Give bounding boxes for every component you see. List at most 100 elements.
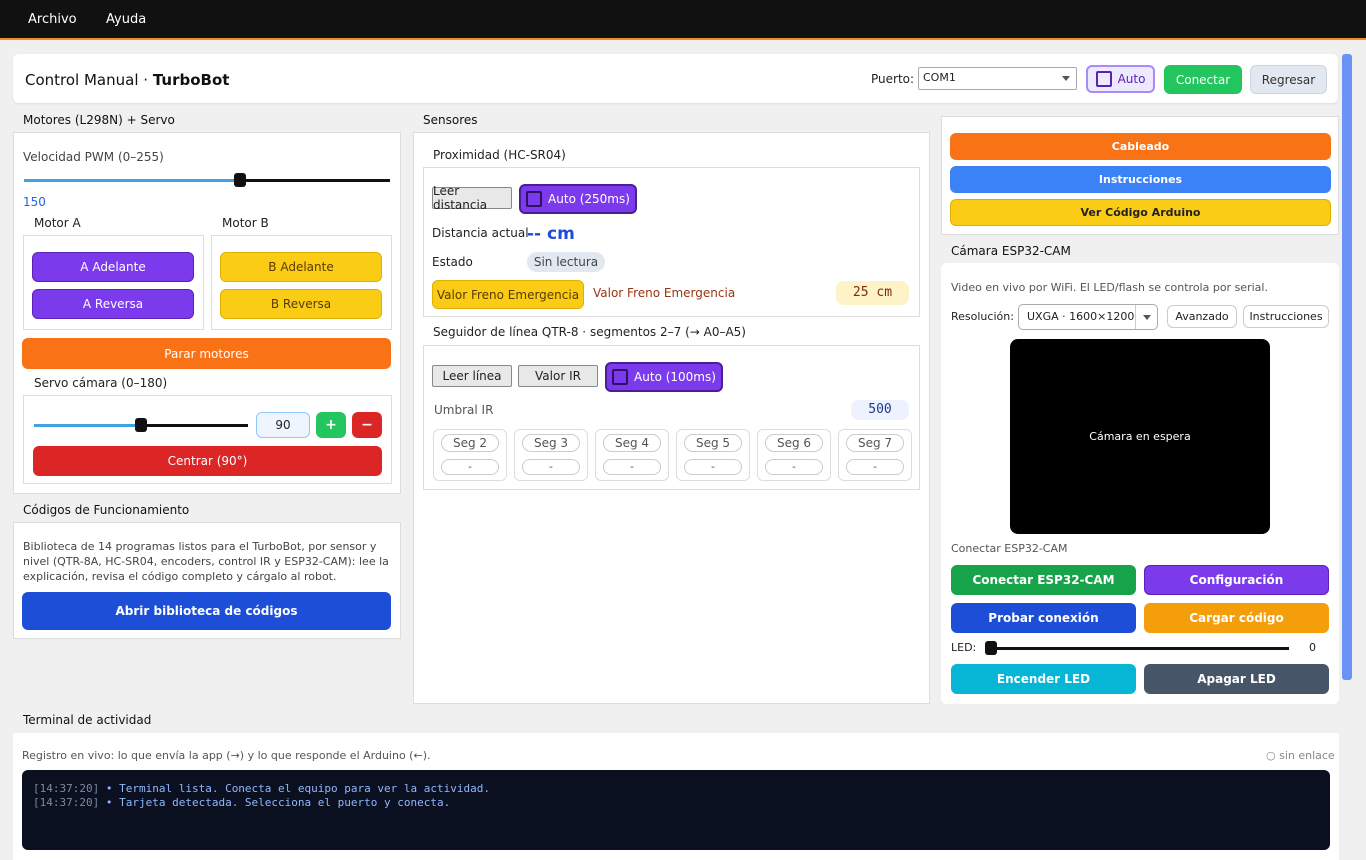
- terminal-title: Terminal de actividad: [23, 713, 152, 727]
- codes-title: Códigos de Funcionamiento: [23, 503, 190, 517]
- auto-distance-toggle[interactable]: Auto (250ms): [519, 184, 637, 214]
- pwm-slider-handle[interactable]: [233, 173, 246, 187]
- camera-title: Cámara ESP32-CAM: [951, 244, 1071, 258]
- ir-value-button[interactable]: Valor IR: [518, 365, 598, 387]
- segment-name: Seg 2: [441, 434, 499, 452]
- motor-b-label: Motor B: [222, 216, 269, 230]
- segment-card: Seg 5 -: [676, 429, 750, 481]
- menu-bar: Archivo Ayuda: [0, 0, 1366, 40]
- led-label: LED:: [951, 641, 977, 654]
- a-reverse-button[interactable]: A Reversa: [32, 289, 194, 319]
- segment-name: Seg 7: [846, 434, 904, 452]
- wiring-button[interactable]: Cableado: [950, 133, 1331, 160]
- sensors-panel: Proximidad (HC-SR04) Leer distancia Auto…: [413, 132, 930, 704]
- brake-value-button[interactable]: Valor Freno Emergencia: [432, 280, 584, 309]
- link-status: ○ sin enlace: [1266, 749, 1335, 762]
- checkbox-icon: [612, 369, 629, 385]
- codes-description: Biblioteca de 14 programas listos para e…: [23, 540, 389, 583]
- camera-standby-text: Cámara en espera: [1089, 430, 1191, 443]
- auto-port-toggle[interactable]: Auto: [1086, 65, 1155, 93]
- servo-minus-button[interactable]: −: [352, 412, 382, 438]
- segment-name: Seg 6: [765, 434, 823, 452]
- sensors-title: Sensores: [423, 113, 478, 127]
- servo-slider-handle[interactable]: [135, 418, 147, 432]
- read-line-button[interactable]: Leer línea: [432, 365, 512, 387]
- read-distance-button[interactable]: Leer distancia: [432, 184, 512, 212]
- b-forward-button[interactable]: B Adelante: [220, 252, 382, 282]
- back-button[interactable]: Regresar: [1250, 65, 1327, 94]
- led-on-button[interactable]: Encender LED: [951, 664, 1136, 694]
- arduino-code-button[interactable]: Ver Código Arduino: [950, 199, 1331, 226]
- servo-plus-button[interactable]: +: [316, 412, 346, 438]
- stop-motors-button[interactable]: Parar motores: [22, 338, 391, 369]
- segment-value: -: [603, 459, 661, 475]
- segment-card: Seg 6 -: [757, 429, 831, 481]
- terminal-line: [14:37:20] • Terminal lista. Conecta el …: [33, 782, 490, 795]
- line-follower-box: Leer línea Valor IR Auto (100ms) Umbral …: [423, 345, 920, 490]
- chevron-down-icon: [1143, 315, 1151, 320]
- pwm-label: Velocidad PWM (0–255): [23, 150, 164, 164]
- segment-card: Seg 2 -: [433, 429, 507, 481]
- state-label: Estado: [432, 255, 473, 269]
- checkbox-icon: [1095, 71, 1112, 87]
- config-button[interactable]: Configuración: [1144, 565, 1329, 595]
- servo-slider[interactable]: [34, 418, 248, 432]
- threshold-label: Umbral IR: [434, 403, 494, 417]
- motor-a-label: Motor A: [34, 216, 81, 230]
- threshold-value[interactable]: 500: [851, 400, 909, 420]
- port-select[interactable]: COM1: [918, 67, 1077, 90]
- proximity-box: Leer distancia Auto (250ms) Distancia ac…: [423, 167, 920, 317]
- led-off-button[interactable]: Apagar LED: [1144, 664, 1329, 694]
- center-servo-button[interactable]: Centrar (90°): [33, 446, 382, 476]
- chevron-down-icon: [1062, 76, 1070, 81]
- menu-archivo[interactable]: Archivo: [28, 12, 77, 27]
- menu-ayuda[interactable]: Ayuda: [106, 12, 146, 27]
- segment-name: Seg 3: [522, 434, 580, 452]
- segment-name: Seg 4: [603, 434, 661, 452]
- motors-title: Motores (L298N) + Servo: [23, 113, 175, 127]
- open-library-button[interactable]: Abrir biblioteca de códigos: [22, 592, 391, 630]
- advanced-button[interactable]: Avanzado: [1167, 305, 1237, 328]
- connect-cam-label: Conectar ESP32-CAM: [951, 542, 1068, 555]
- terminal-output[interactable]: [14:37:20] • Terminal lista. Conecta el …: [22, 770, 1330, 850]
- led-slider-handle[interactable]: [985, 641, 997, 655]
- auto-line-toggle[interactable]: Auto (100ms): [605, 362, 723, 392]
- load-code-button[interactable]: Cargar código: [1144, 603, 1329, 633]
- segment-value: -: [522, 459, 580, 475]
- proximity-title: Proximidad (HC-SR04): [433, 148, 566, 162]
- line-follower-title: Seguidor de línea QTR-8 · segmentos 2–7 …: [433, 325, 746, 339]
- servo-box: 90 + − Centrar (90°): [23, 395, 392, 484]
- segment-value: -: [846, 459, 904, 475]
- servo-label: Servo cámara (0–180): [34, 376, 168, 390]
- test-connection-button[interactable]: Probar conexión: [951, 603, 1136, 633]
- status-badge: Sin lectura: [527, 252, 605, 272]
- pwm-value: 150: [23, 195, 46, 209]
- connect-button[interactable]: Conectar: [1164, 65, 1242, 94]
- terminal-line: [14:37:20] • Tarjeta detectada. Seleccio…: [33, 796, 451, 809]
- segment-name: Seg 5: [684, 434, 742, 452]
- codes-panel: Biblioteca de 14 programas listos para e…: [13, 522, 401, 639]
- camera-panel: Video en vivo por WiFi. El LED/flash se …: [941, 263, 1339, 704]
- resolution-select[interactable]: UXGA · 1600×1200: [1018, 304, 1158, 330]
- b-reverse-button[interactable]: B Reversa: [220, 289, 382, 319]
- instructions-button[interactable]: Instrucciones: [950, 166, 1331, 193]
- segment-card: Seg 4 -: [595, 429, 669, 481]
- distance-value: -- cm: [527, 224, 575, 244]
- actions-panel: Cableado Instrucciones Ver Código Arduin…: [941, 116, 1339, 235]
- segment-value: -: [684, 459, 742, 475]
- led-slider[interactable]: [985, 641, 1289, 655]
- pwm-slider[interactable]: [24, 173, 390, 187]
- servo-value-input[interactable]: 90: [256, 412, 310, 438]
- camera-instructions-button[interactable]: Instrucciones: [1243, 305, 1329, 328]
- brake-label: Valor Freno Emergencia: [593, 286, 736, 300]
- segment-value: -: [441, 459, 499, 475]
- a-forward-button[interactable]: A Adelante: [32, 252, 194, 282]
- segment-card: Seg 3 -: [514, 429, 588, 481]
- motor-b-box: B Adelante B Reversa: [211, 235, 392, 330]
- scrollbar[interactable]: [1342, 54, 1352, 680]
- connect-cam-button[interactable]: Conectar ESP32-CAM: [951, 565, 1136, 595]
- resolution-label: Resolución:: [951, 310, 1014, 323]
- terminal-description: Registro en vivo: lo que envía la app (→…: [22, 749, 431, 762]
- page-title: Control Manual · TurboBot: [25, 71, 230, 89]
- motors-panel: Velocidad PWM (0–255) 150 Motor A Motor …: [13, 132, 401, 494]
